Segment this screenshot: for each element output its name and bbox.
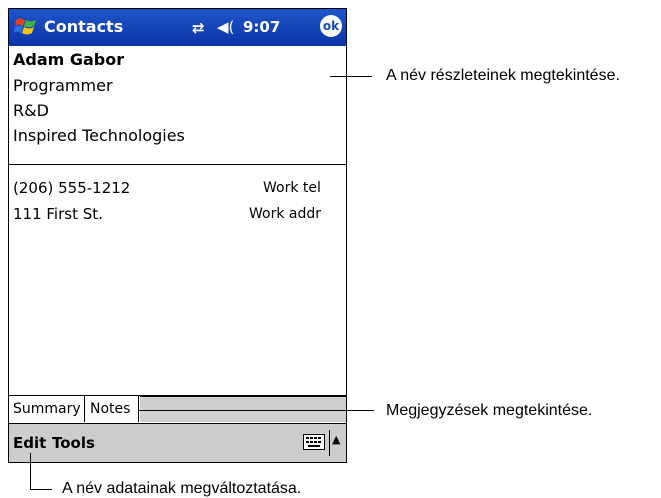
contact-company: Inspired Technologies bbox=[13, 126, 185, 145]
contact-name-block[interactable]: Adam Gabor Programmer R&D Inspired Techn… bbox=[9, 47, 346, 164]
callout-line-edit-horizontal bbox=[30, 489, 52, 490]
callout-line-name bbox=[330, 76, 372, 77]
menu-edit[interactable]: Edit bbox=[13, 434, 46, 452]
callout-line-notes bbox=[139, 410, 374, 411]
title-bar: Contacts ⇄ ◀( 9:07 ok bbox=[9, 9, 346, 46]
tab-strip-filler bbox=[140, 396, 346, 422]
clock[interactable]: 9:07 bbox=[243, 18, 280, 36]
ok-button[interactable]: ok bbox=[320, 15, 342, 37]
callout-edit: A név adatainak megváltoztatása. bbox=[62, 480, 302, 497]
tab-notes[interactable]: Notes bbox=[86, 396, 139, 422]
callout-line-edit-vertical bbox=[30, 453, 31, 490]
keyboard-icon[interactable] bbox=[303, 434, 325, 450]
detail-label: Work addr bbox=[249, 206, 322, 222]
detail-value: 111 First St. bbox=[13, 205, 103, 223]
name-divider bbox=[9, 164, 346, 165]
pocket-pc-screen: Contacts ⇄ ◀( 9:07 ok Adam Gabor Program… bbox=[8, 8, 347, 463]
detail-label: Work tel bbox=[263, 180, 321, 196]
callout-notes: Megjegyzések megtekintése. bbox=[386, 402, 593, 419]
sip-arrow-icon[interactable]: ▲ bbox=[332, 433, 340, 446]
ok-icon: ok bbox=[322, 19, 340, 33]
contact-name: Adam Gabor bbox=[13, 50, 125, 69]
menu-bar: Edit Tools ▲ bbox=[9, 423, 346, 462]
menu-tools[interactable]: Tools bbox=[52, 434, 95, 452]
callout-name-details: A név részleteinek megtekintése. bbox=[386, 67, 620, 84]
detail-value: (206) 555-1212 bbox=[13, 179, 131, 197]
contact-department: R&D bbox=[13, 101, 49, 120]
connectivity-icon[interactable]: ⇄ bbox=[192, 19, 205, 37]
contact-job-title: Programmer bbox=[13, 76, 113, 95]
tab-summary[interactable]: Summary bbox=[9, 396, 85, 422]
sip-divider bbox=[329, 430, 330, 456]
app-title: Contacts bbox=[44, 17, 124, 36]
tab-strip: Summary Notes bbox=[9, 396, 346, 422]
windows-start-icon[interactable] bbox=[13, 14, 39, 40]
speaker-icon[interactable]: ◀( bbox=[217, 18, 234, 36]
